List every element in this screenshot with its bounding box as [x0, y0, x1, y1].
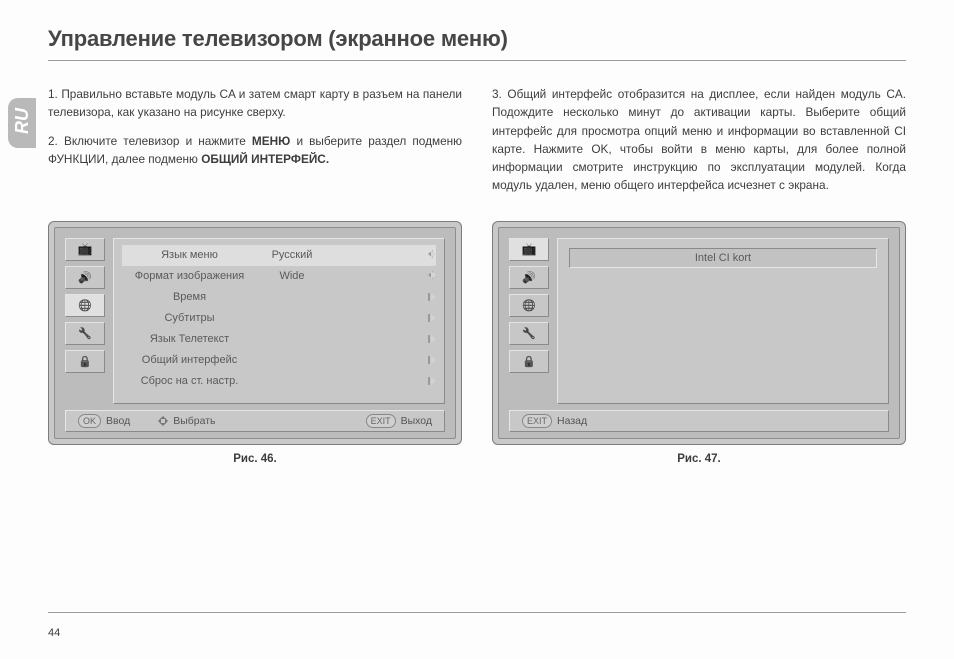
figure-46-caption: Рис. 46.: [48, 453, 462, 465]
manual-page: RU Управление телевизором (экранное меню…: [0, 0, 954, 659]
picture-category-icon[interactable]: [509, 238, 549, 261]
install-category-icon[interactable]: [509, 322, 549, 345]
footer-rule: [48, 612, 906, 613]
menu-row[interactable]: Время: [122, 287, 436, 308]
osd-menu-panel-47: Intel CI kort: [557, 238, 889, 404]
page-number: 44: [48, 627, 60, 639]
menu-item-label: Формат изображения: [122, 270, 257, 282]
exit-key-icon: EXIT: [366, 414, 396, 428]
menu-item-arrows-icon: [327, 250, 436, 261]
heading-rule: [48, 60, 906, 61]
menu-item-arrows-icon: [327, 334, 436, 345]
menu-item-arrows-icon: [327, 271, 436, 282]
menu-row[interactable]: Язык менюРусский: [122, 245, 436, 266]
menu-item-label: Время: [122, 291, 257, 303]
step-1: 1. Правильно вставьте модуль CA и затем …: [48, 85, 462, 122]
osd-footer-46: OK Ввод Выбрать EXIT Выход: [65, 410, 445, 432]
menu-item-value: Русский: [257, 249, 327, 261]
menu-item-arrows-icon: [327, 313, 436, 324]
figure-47: Intel CI kort EXIT Назад Рис. 47.: [492, 221, 906, 465]
footer-select: Выбрать: [158, 415, 215, 427]
left-column: 1. Правильно вставьте модуль CA и затем …: [48, 85, 462, 205]
osd-category-icons-47: [509, 238, 549, 373]
menu-row[interactable]: Формат изображенияWide: [122, 266, 436, 287]
footer-ok: OK Ввод: [78, 414, 130, 428]
functions-category-icon[interactable]: [509, 294, 549, 317]
figure-47-caption: Рис. 47.: [492, 453, 906, 465]
right-column: 3. Общий интерфейс отобразится на диспле…: [492, 85, 906, 205]
osd-footer-47: EXIT Назад: [509, 410, 889, 432]
menu-row[interactable]: Субтитры: [122, 308, 436, 329]
menu-item-label: Сброс на ст. настр.: [122, 375, 257, 387]
picture-category-icon[interactable]: [65, 238, 105, 261]
footer-exit: EXIT Выход: [366, 414, 432, 428]
menu-item-arrows-icon: [327, 355, 436, 366]
text-columns: 1. Правильно вставьте модуль CA и затем …: [48, 85, 906, 205]
lock-category-icon[interactable]: [65, 350, 105, 373]
osd-frame-47: Intel CI kort EXIT Назад: [492, 221, 906, 445]
menu-item-value: Wide: [257, 270, 327, 282]
navigate-icon: [158, 416, 168, 426]
step-3: 3. Общий интерфейс отобразится на диспле…: [492, 85, 906, 195]
select-label: Выбрать: [173, 415, 215, 427]
menu-item-label: Язык меню: [122, 249, 257, 261]
lock-category-icon[interactable]: [509, 350, 549, 373]
footer-back: EXIT Назад: [522, 414, 587, 428]
page-title: Управление телевизором (экранное меню): [48, 26, 906, 52]
menu-item-label: Общий интерфейс: [122, 354, 257, 366]
back-label: Назад: [557, 415, 587, 427]
osd-menu-panel: Язык менюРусскийФормат изображенияWideВр…: [113, 238, 445, 404]
osd-category-icons: [65, 238, 105, 373]
ok-key-icon: OK: [78, 414, 101, 428]
osd-frame-46: Язык менюРусскийФормат изображенияWideВр…: [48, 221, 462, 445]
ci-module-field[interactable]: Intel CI kort: [569, 248, 877, 268]
step-2: 2. Включите телевизор и нажмите МЕНЮ и в…: [48, 132, 462, 169]
menu-item-arrows-icon: [327, 292, 436, 303]
menu-item-label: Язык Телетекст: [122, 333, 257, 345]
menu-row[interactable]: Общий интерфейс: [122, 350, 436, 371]
figure-46: Язык менюРусскийФормат изображенияWideВр…: [48, 221, 462, 465]
menu-item-label: Субтитры: [122, 312, 257, 324]
ok-label: Ввод: [106, 415, 130, 427]
exit-label: Выход: [401, 415, 432, 427]
language-tab: RU: [8, 98, 36, 148]
menu-row[interactable]: Язык Телетекст: [122, 329, 436, 350]
sound-category-icon[interactable]: [65, 266, 105, 289]
menu-row[interactable]: Сброс на ст. настр.: [122, 371, 436, 392]
functions-category-icon[interactable]: [65, 294, 105, 317]
install-category-icon[interactable]: [65, 322, 105, 345]
exit-key-icon: EXIT: [522, 414, 552, 428]
menu-item-arrows-icon: [327, 376, 436, 387]
sound-category-icon[interactable]: [509, 266, 549, 289]
